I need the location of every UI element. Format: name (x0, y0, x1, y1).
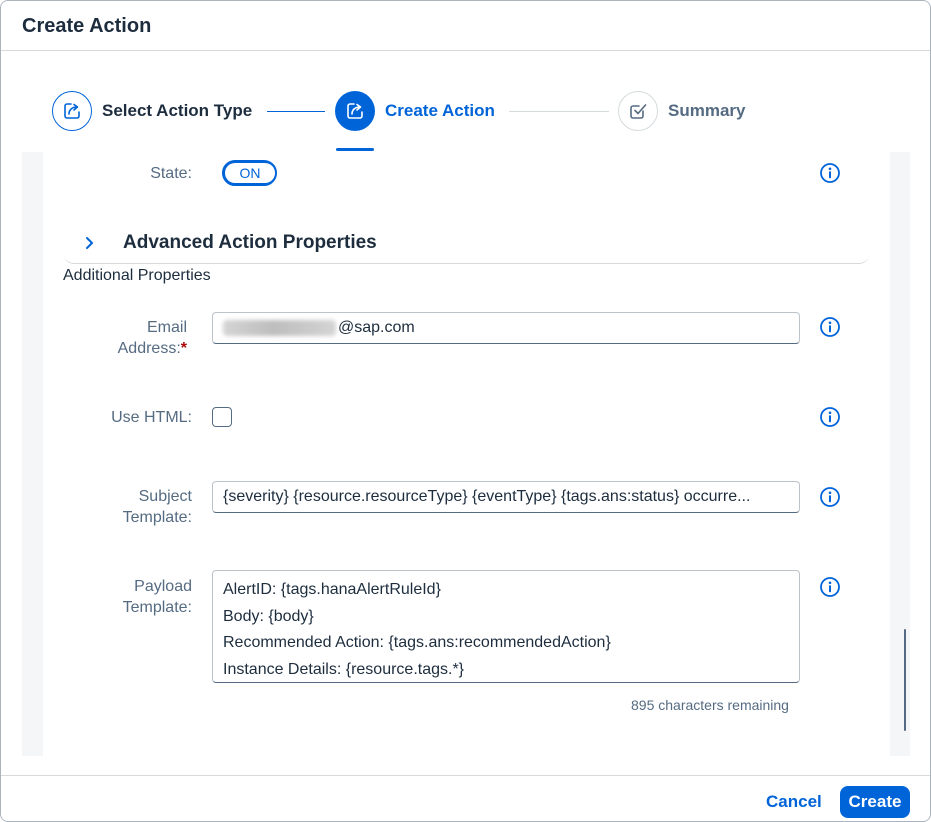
payload-line: Instance Details: {resource.tags.*} (223, 660, 465, 678)
characters-remaining-counter: 895 characters remaining (631, 697, 789, 713)
create-action-dialog: Create Action Select Action Type Create … (0, 0, 931, 822)
state-label: State: (150, 165, 192, 182)
dialog-title: Create Action (22, 15, 152, 37)
payload-line: Recommended Action: {tags.ans:recommende… (223, 634, 611, 651)
payload-label-line2: Template: (122, 599, 192, 616)
scrollbar-thumb[interactable] (904, 629, 906, 731)
info-icon[interactable] (819, 162, 841, 184)
state-toggle[interactable]: ON (222, 160, 277, 186)
share-icon (64, 103, 80, 119)
step-label: Select Action Type (102, 101, 253, 120)
redacted-text (223, 320, 336, 336)
step-connector-1 (267, 111, 325, 112)
chevron-right-icon (86, 237, 93, 249)
email-value: @sap.com (338, 319, 415, 336)
checkbox-check-icon (630, 104, 647, 119)
dialog-header: Create Action (1, 1, 930, 51)
payload-template-textarea[interactable]: AlertID: {tags.hanaAlertRuleId} Body: {b… (212, 570, 800, 683)
payload-template-label: Payload Template: (72, 576, 192, 618)
payload-line: AlertID: {tags.hanaAlertRuleId} (223, 581, 441, 598)
panel-title: Advanced Action Properties (123, 232, 377, 253)
share-icon (347, 103, 363, 119)
toggle-text: ON (239, 165, 261, 181)
info-icon[interactable] (819, 576, 841, 598)
advanced-properties-panel-header[interactable]: Advanced Action Properties (64, 222, 869, 264)
email-label: Email Address:* (67, 317, 187, 359)
payload-line: Body: {body} (223, 607, 314, 625)
step-label: Create Action (385, 101, 495, 120)
dialog-footer: Cancel Create (1, 775, 930, 821)
step-connector-2 (509, 111, 609, 112)
subject-template-value: {severity} {resource.resourceType} {even… (223, 488, 751, 505)
use-html-label: Use HTML: (111, 409, 192, 426)
subject-label-line1: Subject (138, 488, 192, 505)
info-icon[interactable] (819, 406, 841, 428)
subject-label-line2: Template: (122, 509, 192, 526)
email-label-line1: Email (146, 319, 187, 336)
subject-template-input[interactable]: {severity} {resource.resourceType} {even… (212, 481, 800, 513)
payload-label-line1: Payload (134, 578, 192, 595)
wizard-progress-bar: Select Action Type Create Action Summary (1, 52, 930, 152)
wizard-step-create-action[interactable]: Create Action (335, 91, 495, 131)
wizard-step-summary[interactable]: Summary (618, 91, 745, 131)
info-icon[interactable] (819, 316, 841, 338)
email-label-line2: Address:* (117, 340, 187, 357)
wizard-step-select-action-type[interactable]: Select Action Type (52, 91, 252, 131)
email-input[interactable]: @sap.com (212, 312, 800, 344)
use-html-checkbox[interactable] (212, 407, 232, 427)
subject-template-label: Subject Template: (72, 486, 192, 528)
info-icon[interactable] (819, 486, 841, 508)
create-button[interactable]: Create (840, 786, 910, 818)
toggle-knob: ON (225, 163, 275, 183)
step-circle (52, 91, 92, 131)
active-step-indicator (336, 148, 374, 151)
step-circle (335, 91, 375, 131)
step-label: Summary (668, 101, 746, 120)
step-circle (618, 91, 658, 131)
required-marker: * (180, 340, 187, 357)
additional-properties-title: Additional Properties (63, 267, 211, 284)
cancel-button[interactable]: Cancel (756, 786, 832, 818)
